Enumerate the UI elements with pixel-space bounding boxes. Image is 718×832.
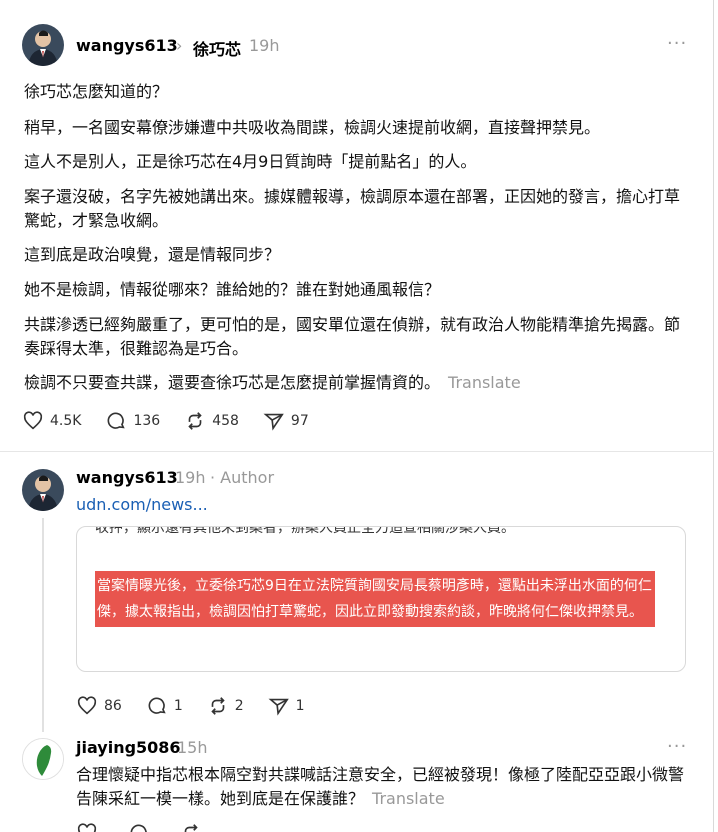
post-time[interactable]: 19h bbox=[249, 36, 280, 55]
embed-text: 收押，顯示還有其他未到案者，辦案人員正全力追查相關涉案人員。 bbox=[95, 526, 515, 536]
like-button[interactable]: 86 bbox=[76, 695, 122, 717]
divider bbox=[0, 451, 714, 452]
heart-icon bbox=[77, 696, 97, 715]
repost-icon bbox=[211, 697, 225, 715]
heart-icon bbox=[77, 823, 97, 832]
repost-button[interactable]: 2 bbox=[207, 695, 244, 717]
share-icon bbox=[263, 413, 284, 431]
post-paragraph: 檢調不只要查共諜，還要查徐巧芯是怎麼提前掌握情資的。 bbox=[24, 373, 441, 392]
avatar[interactable] bbox=[22, 24, 64, 66]
reply-time[interactable]: 19h bbox=[175, 468, 206, 487]
thread-card: wangys613 › 徐巧芯 19h ··· 徐巧芯怎麼知道的？ 稍早，一名國… bbox=[0, 0, 714, 832]
news-link[interactable]: udn.com/news... bbox=[76, 495, 208, 514]
avatar[interactable] bbox=[22, 469, 64, 511]
repost-button[interactable]: 458 bbox=[184, 410, 239, 432]
reply-actions-partial bbox=[76, 822, 232, 832]
author-badge: · Author bbox=[210, 468, 275, 487]
comment-button[interactable] bbox=[128, 822, 156, 832]
post-paragraph: 共諜滲透已經夠嚴重了，更可怕的是，國安單位還在偵辦，就有政治人物能精準搶先揭露。… bbox=[24, 315, 681, 358]
more-icon[interactable]: ··· bbox=[667, 33, 687, 54]
translate-link[interactable]: Translate bbox=[448, 373, 521, 392]
repost-count: 2 bbox=[234, 698, 244, 714]
comment-button[interactable]: 1 bbox=[146, 695, 183, 717]
translate-link[interactable]: Translate bbox=[372, 789, 445, 808]
like-button[interactable] bbox=[76, 822, 104, 832]
heart-icon bbox=[23, 411, 43, 430]
like-button[interactable]: 4.5K bbox=[22, 410, 81, 432]
share-button[interactable]: 97 bbox=[263, 410, 309, 432]
post-paragraph: 徐巧芯怎麼知道的？ bbox=[24, 82, 169, 101]
post-mention[interactable]: 徐巧芯 bbox=[193, 36, 241, 60]
post-paragraph: 這人不是別人，正是徐巧芯在4月9日質詢時「提前點名」的人。 bbox=[24, 152, 477, 171]
post-actions: 4.5K 136 458 97 bbox=[22, 410, 333, 432]
embed-highlight: 當案情曝光後，立委徐巧芯9日在立法院質詢國安局長蔡明彥時，還點出未浮出水面的何仁… bbox=[95, 571, 655, 627]
comment-button[interactable]: 136 bbox=[105, 410, 160, 432]
post-username[interactable]: wangys613 bbox=[76, 36, 178, 55]
post-paragraph: 這到底是政治嗅覺，還是情報同步？ bbox=[24, 245, 281, 264]
share-icon bbox=[268, 698, 289, 716]
post-paragraph: 她不是檢調，情報從哪來？誰給她的？誰在對她通風報信？ bbox=[24, 280, 441, 299]
post-last-paragraph: 檢調不只要查共諜，還要查徐巧芯是怎麼提前掌握情資的。 Translate bbox=[24, 371, 684, 395]
repost-icon bbox=[188, 412, 202, 430]
more-icon[interactable]: ··· bbox=[667, 736, 687, 757]
reply-username[interactable]: jiaying5086 bbox=[76, 738, 181, 757]
thread-line bbox=[42, 518, 44, 732]
like-count: 86 bbox=[104, 698, 122, 714]
comment-icon bbox=[130, 824, 147, 832]
share-button[interactable]: 1 bbox=[268, 695, 305, 717]
comment-count: 1 bbox=[173, 698, 183, 714]
like-count: 4.5K bbox=[50, 413, 82, 429]
comment-count: 136 bbox=[133, 413, 161, 429]
repost-button[interactable] bbox=[180, 822, 208, 832]
share-count: 97 bbox=[290, 413, 309, 429]
repost-icon bbox=[184, 824, 198, 832]
reply-actions: 86 1 2 1 bbox=[76, 695, 329, 717]
comment-icon bbox=[107, 412, 126, 429]
reply-username[interactable]: wangys613 bbox=[76, 468, 178, 487]
comment-icon bbox=[148, 697, 166, 714]
reply-time[interactable]: 15h bbox=[177, 738, 208, 757]
reply-text-block: 合理懷疑中指芯根本隔空對共諜喊話注意安全，已經被發現！像極了陸配亞亞跟小微警告陳… bbox=[76, 763, 692, 811]
embedded-article[interactable]: 收押，顯示還有其他未到案者，辦案人員正全力追查相關涉案人員。 當案情曝光後，立委… bbox=[76, 526, 686, 672]
chevron-right-icon: › bbox=[176, 36, 183, 55]
avatar[interactable] bbox=[22, 738, 64, 780]
post-paragraph: 案子還沒破，名字先被她講出來。據媒體報導，檢調原本還在部署，正因她的發言，擔心打… bbox=[24, 187, 681, 230]
post-paragraph: 稍早，一名國安幕僚涉嫌遭中共吸收為間諜，檢調火速提前收網，直接聲押禁見。 bbox=[24, 118, 601, 137]
repost-count: 458 bbox=[212, 413, 239, 429]
share-count: 1 bbox=[295, 698, 305, 714]
